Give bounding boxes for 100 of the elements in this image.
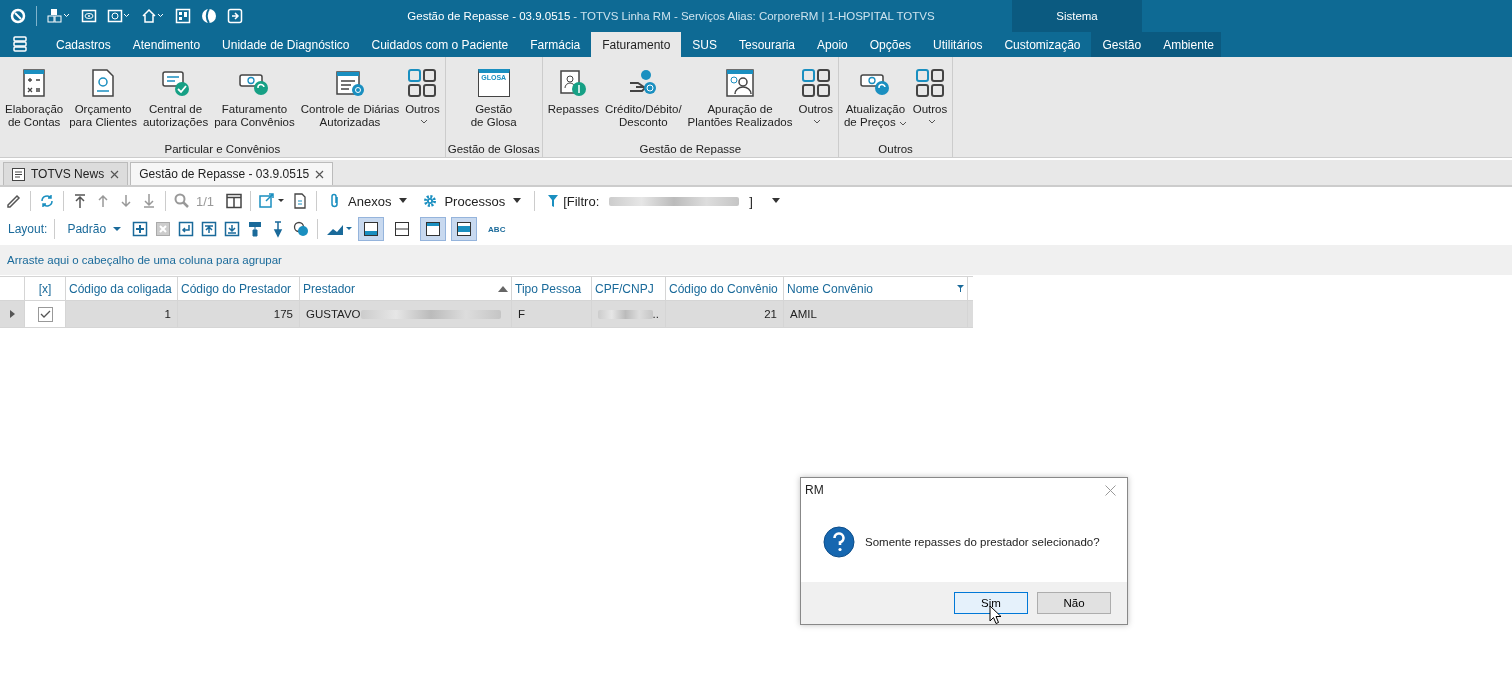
columns-icon[interactable] <box>225 192 244 210</box>
window-title: Gestão de Repasse - 03.9.0515 <box>407 10 571 22</box>
shapes-icon[interactable] <box>292 220 311 238</box>
menu-tab[interactable]: Farmácia <box>519 32 592 57</box>
column-header[interactable]: Código do Prestador <box>178 277 300 300</box>
processes-button[interactable]: Processos <box>418 193 528 209</box>
ribbon-button[interactable]: Faturamento para Convênios <box>211 57 298 143</box>
layout-dropdown[interactable]: Padrão <box>62 222 127 236</box>
search-icon[interactable] <box>173 192 191 210</box>
ribbon-button[interactable]: Crédito/Débito/ Desconto <box>601 57 685 143</box>
menu-tab[interactable]: Cuidados com o Paciente <box>360 32 520 57</box>
ribbon-button[interactable]: Outros <box>402 57 443 143</box>
current-row-icon <box>9 310 15 318</box>
dialog-title: RM <box>805 483 824 497</box>
menu-tab[interactable]: Faturamento <box>591 32 682 57</box>
attachments-button[interactable]: Anexos <box>324 193 414 209</box>
upload-icon[interactable] <box>200 220 219 238</box>
tab-label: Gestão de Repasse - 03.9.0515 <box>139 167 310 181</box>
cell-text: AMIL <box>790 308 817 320</box>
menu-tab[interactable]: Gestão <box>1091 32 1153 57</box>
menu-tab[interactable]: Utilitários <box>922 32 994 57</box>
globe-icon[interactable] <box>201 8 217 24</box>
enter-icon[interactable] <box>177 220 196 238</box>
add-icon[interactable] <box>131 220 150 238</box>
sort-ascending-icon <box>498 285 508 292</box>
gear-icon <box>423 194 438 208</box>
ribbon-button[interactable]: Outros <box>795 57 836 143</box>
column-header[interactable]: CPF/CNPJ <box>592 277 666 300</box>
ribbon-button[interactable]: Repasses <box>544 57 602 143</box>
clock-person-icon <box>726 69 755 97</box>
cell-text: 21 <box>764 308 777 320</box>
ribbon-button[interactable]: Atualização de Preços <box>840 57 910 143</box>
menu-tab[interactable]: Unidade de Diagnóstico <box>211 32 361 57</box>
group-by-hint: Arraste aqui o cabeçalho de uma coluna para agrupar <box>7 254 282 266</box>
layout-toggle[interactable] <box>451 217 478 241</box>
app-logo-icon[interactable] <box>10 8 26 24</box>
home-icon[interactable] <box>141 8 165 24</box>
table-row[interactable]: 1 175 GUSTAVO F .. 21 AMIL <box>0 301 973 328</box>
document-tab[interactable]: Gestão de Repasse - 03.9.0515 <box>130 162 334 185</box>
sync-window-icon[interactable] <box>107 8 131 24</box>
export-icon[interactable] <box>258 192 287 210</box>
menu-tab[interactable]: Customização <box>993 32 1092 57</box>
column-header[interactable]: Código do Convênio <box>666 277 784 300</box>
column-header[interactable]: Prestador <box>300 277 512 300</box>
page-counter: 1/1 <box>196 193 215 209</box>
column-header[interactable]: [x] <box>25 277 66 300</box>
close-icon[interactable] <box>1105 484 1116 496</box>
close-icon[interactable] <box>315 169 325 179</box>
menu-tab[interactable]: Ambiente <box>1152 32 1225 57</box>
column-header[interactable]: Tipo Pessoa <box>512 277 592 300</box>
caret-icon <box>770 198 781 204</box>
caret-icon <box>113 226 122 232</box>
news-icon <box>12 167 25 181</box>
ribbon-button[interactable]: Controle de Diárias Autorizadas <box>297 57 403 143</box>
cancel-button[interactable]: Não <box>1037 592 1111 614</box>
menu-tab[interactable]: Tesouraria <box>728 32 807 57</box>
cell-text: 1 <box>164 308 171 320</box>
apps-grid-icon <box>801 69 830 97</box>
document-dollar-icon <box>92 69 115 97</box>
caret-icon <box>419 119 428 125</box>
document-tab[interactable]: TOTVS News <box>3 162 129 185</box>
column-header[interactable]: Código da coligada <box>66 277 178 300</box>
dashboard-icon[interactable] <box>175 8 191 24</box>
ribbon-group-label: Outros <box>878 143 913 157</box>
caret-icon <box>898 121 907 127</box>
menu-tab[interactable]: SUS <box>681 32 728 57</box>
download-icon[interactable] <box>223 220 242 238</box>
layout-toggle[interactable] <box>358 217 385 241</box>
column-header[interactable]: Nome Convênio <box>784 277 968 300</box>
calendar-gear-icon <box>334 69 365 97</box>
row-checkbox[interactable] <box>37 306 53 322</box>
menu-icon[interactable] <box>13 36 27 52</box>
filter-icon <box>957 285 964 292</box>
edit-icon[interactable] <box>5 192 23 210</box>
caret-icon <box>927 119 936 125</box>
spelling-icon[interactable]: ABC <box>488 224 506 234</box>
modules-icon[interactable] <box>47 8 71 24</box>
split-rows-icon <box>394 221 411 237</box>
refresh-icon[interactable] <box>38 192 56 210</box>
layout-toggle[interactable] <box>420 217 447 241</box>
ribbon-button[interactable]: Elaboração de Contas <box>2 57 67 143</box>
menu-tab[interactable]: Cadastros <box>45 32 122 57</box>
cell-text: F <box>518 308 526 320</box>
close-icon[interactable] <box>110 169 120 179</box>
dialog-message: Somente repasses do prestador selecionado? <box>865 536 1100 548</box>
ribbon-button[interactable]: Central de autorizações <box>139 57 212 143</box>
ribbon-button[interactable]: Outros <box>909 57 951 143</box>
ribbon-button[interactable]: Apuração de Plantões Realizados <box>684 57 796 143</box>
cell-text: GUSTAVO <box>306 308 361 320</box>
top-band-icon <box>425 221 442 237</box>
caret-icon <box>398 198 409 204</box>
menu-tab[interactable]: Opções <box>858 32 923 57</box>
menu-tab[interactable]: Apoio <box>806 32 859 57</box>
view-icon[interactable] <box>81 8 97 24</box>
ribbon-button[interactable]: Orçamento para Clientes <box>66 57 140 143</box>
cell-text: .. <box>652 308 659 320</box>
confirm-button[interactable]: Sim <box>954 592 1028 614</box>
menu-tab[interactable]: Atendimento <box>121 32 212 57</box>
exit-icon[interactable] <box>227 8 243 24</box>
filter-button[interactable]: [Filtro: ] <box>542 193 786 209</box>
